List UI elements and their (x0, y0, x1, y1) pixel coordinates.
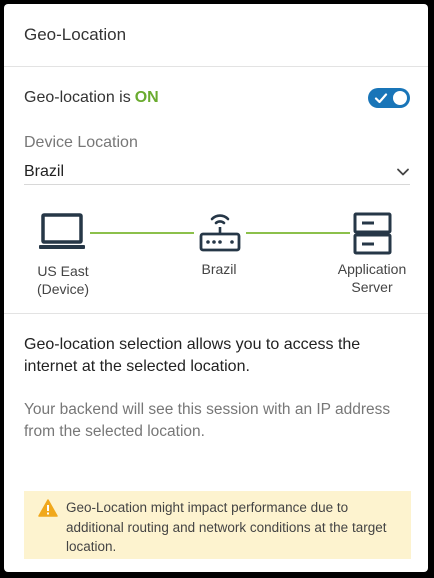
node-label-device-line2: (Device) (36, 281, 90, 297)
chevron-down-icon (397, 168, 409, 176)
laptop-icon (39, 213, 85, 249)
node-label-server-line2: Server (351, 279, 393, 295)
node-label-server: Application Server (322, 260, 422, 296)
route-link-device-to-proxy (90, 232, 194, 234)
toggle-knob (393, 91, 407, 105)
section-divider (4, 313, 428, 314)
check-icon (374, 93, 388, 104)
node-label-device: US East (Device) (18, 262, 108, 298)
warning-icon (38, 499, 58, 517)
geo-location-status-row: Geo-location is ON (24, 86, 410, 110)
node-label-proxy: Brazil (174, 260, 264, 278)
warning-text: Geo-Location might impact performance du… (66, 500, 387, 554)
route-link-proxy-to-server (246, 232, 350, 234)
node-label-server-line1: Application (337, 261, 407, 277)
geo-location-status-value: ON (134, 89, 159, 106)
node-label-proxy-line1: Brazil (201, 261, 237, 277)
node-label-device-line1: US East (37, 263, 89, 279)
panel-title: Geo-Location (24, 25, 127, 44)
geo-route-diagram: US East (Device) Brazil Application Serv… (4, 204, 428, 304)
device-location-select[interactable]: Brazil (24, 160, 410, 185)
device-location-label: Device Location (24, 134, 138, 151)
geo-location-status-text: Geo-location is ON (24, 89, 159, 107)
performance-warning-banner: Geo-Location might impact performance du… (24, 491, 411, 559)
router-icon (199, 214, 241, 252)
geo-location-label: Geo-location is (24, 89, 131, 106)
server-icon (353, 212, 392, 255)
panel-header: Geo-Location (4, 4, 428, 67)
description-main: Geo-location selection allows you to acc… (24, 336, 361, 375)
geo-location-toggle[interactable] (368, 88, 410, 108)
geo-location-panel: Geo-Location Geo-location is ON Device Lo… (4, 4, 428, 572)
description-sub: Your backend will see this session with … (24, 401, 391, 440)
device-location-value: Brazil (24, 163, 65, 180)
